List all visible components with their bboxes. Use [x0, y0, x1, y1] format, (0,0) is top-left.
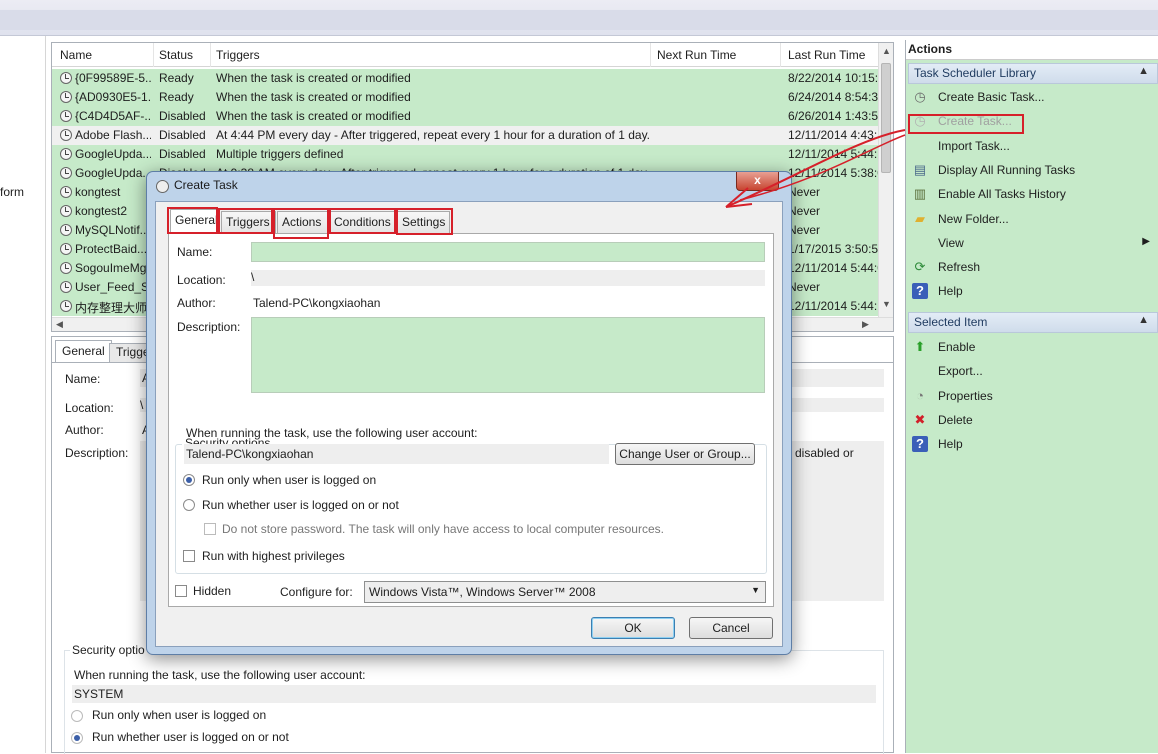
annotation-arrow — [725, 129, 906, 208]
